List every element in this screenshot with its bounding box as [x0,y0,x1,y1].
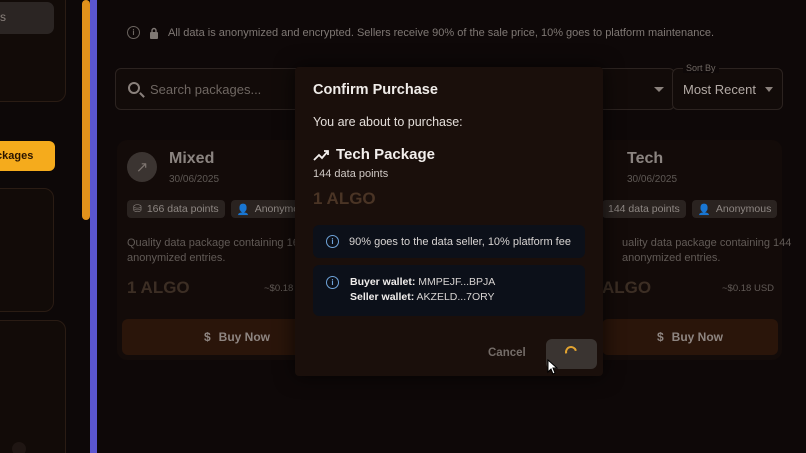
package-price: 1 ALGO [313,189,376,208]
card-title: Mixed [169,150,215,167]
points-badge: ⛁ 166 data points [127,200,225,218]
notice-text: All data is anonymized and encrypted. Se… [168,26,715,39]
trend-icon: ↗ [127,152,157,182]
info-icon: i [326,276,339,289]
sidebar-panel-secondary [0,188,54,312]
seller-label: Seller wallet: [350,291,415,303]
buyer-wallet: Buyer wallet: MMPEJF...BPJA [350,276,495,288]
seller-wallet: Seller wallet: AKZELD...7ORY [350,291,495,303]
accent-divider [90,0,97,453]
chevron-down-icon [765,87,773,92]
fee-info-box: i 90% goes to the data seller, 10% platf… [313,225,585,258]
seller-value: AKZELD...7ORY [416,291,495,303]
card-description: uality data package containing 144 anonym… [622,236,802,266]
sidebar-item-top[interactable]: s [0,2,54,34]
sidebar-avatar[interactable] [12,442,26,453]
buy-label: Buy Now [218,330,271,344]
info-icon: i [127,26,140,39]
desc-line-2: anonymized entries. [622,252,721,264]
dollar-icon: $ [656,330,664,344]
sort-label: Sort By [683,63,719,73]
dialog-title: Confirm Purchase [313,82,438,98]
card-chips: 144 data points 👤 Anonymous [602,200,778,218]
card-chips: ⛁ 166 data points 👤 Anonymou [127,200,311,218]
lock-icon [150,27,158,39]
trending-up-icon [313,149,329,161]
desc-line-1: Quality data package containing 16 [127,237,299,249]
sidebar-item-label: s [0,10,6,24]
card-date: 30/06/2025 [169,174,220,185]
search-icon [128,82,140,94]
cancel-button[interactable]: Cancel [488,347,526,359]
info-icon: i [326,235,339,248]
sort-value: Most Recent [683,82,756,97]
package-name: Tech Package [336,146,435,163]
mouse-cursor-icon [547,359,558,375]
info-notice: i All data is anonymized and encrypted. … [127,26,714,39]
sidebar-scrollbar[interactable] [82,0,90,220]
search-placeholder: Search packages... [150,82,262,97]
desc-line-1: uality data package containing 144 [622,237,792,249]
sidebar: s ckages [0,0,68,453]
author-text: Anonymous [715,203,772,215]
card-title: Tech [627,150,664,167]
points-badge: 144 data points [602,200,686,218]
desc-line-2: anonymized entries. [127,252,226,264]
dollar-icon: $ [203,330,211,344]
sidebar-panel-bottom [0,320,66,453]
sort-select[interactable]: Sort By Most Recent [672,63,783,110]
card-usd: ~$0.18 USD [722,283,775,294]
sidebar-item-packages[interactable]: ckages [0,141,55,171]
card-date: 30/06/2025 [627,174,678,185]
package-points: 144 data points [313,168,389,180]
card-price: 1 ALGO [127,278,190,297]
wallet-info-box: i Buyer wallet: MMPEJF...BPJA Seller wal… [313,265,585,316]
chevron-down-icon[interactable] [654,87,664,92]
dialog-subtitle: You are about to purchase: [313,115,463,129]
buy-now-button[interactable]: $ Buy Now [602,319,778,355]
author-badge: 👤 Anonymous [691,200,778,218]
sidebar-item-label: ckages [0,150,34,162]
points-text: 166 data points [146,203,219,215]
loading-spinner-icon [562,343,580,361]
points-text: 144 data points [608,203,680,215]
user-icon: 👤 [236,203,250,216]
confirm-purchase-dialog: Confirm Purchase You are about to purcha… [295,67,603,376]
buy-label: Buy Now [671,330,724,344]
user-icon: 👤 [697,203,711,216]
buyer-label: Buyer wallet: [350,276,416,288]
app-screen: s ckages i All data is anonymized and en… [0,0,806,453]
card-usd: ~$0.18 [264,283,294,294]
card-price: ALGO [602,278,652,297]
database-icon: ⛁ [133,203,142,215]
fee-note: 90% goes to the data seller, 10% platfor… [349,235,571,248]
package-heading: Tech Package [313,146,435,163]
buyer-value: MMPEJF...BPJA [418,276,496,288]
